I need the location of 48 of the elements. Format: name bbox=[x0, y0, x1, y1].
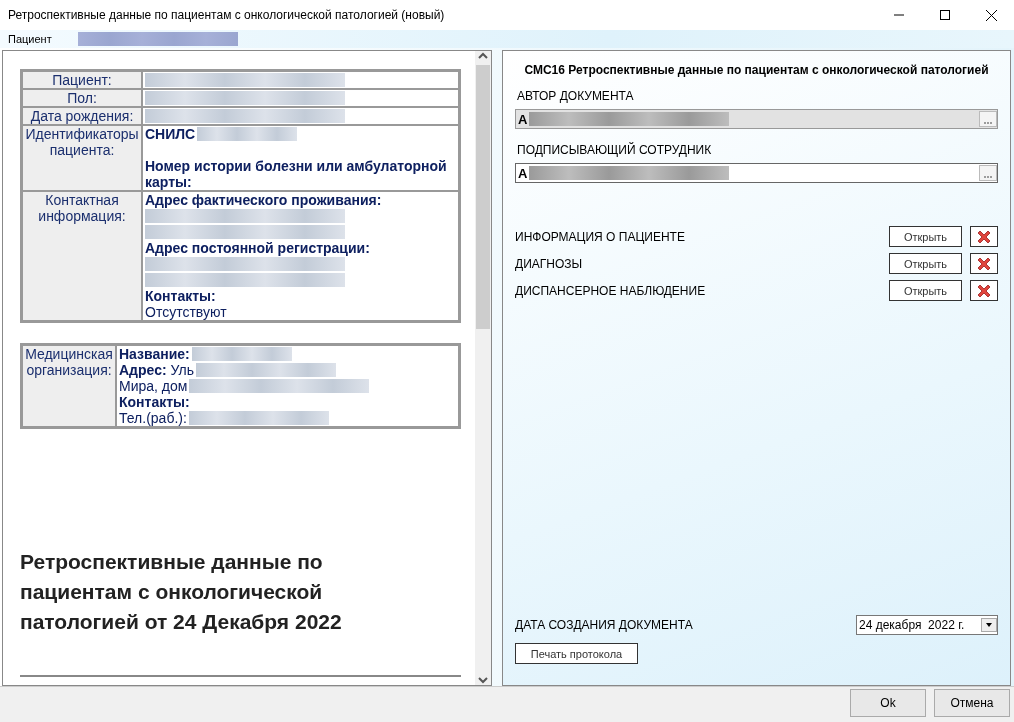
row-value: Адрес постоянной регистрации: bbox=[145, 240, 370, 256]
select-field[interactable]: А bbox=[515, 163, 998, 183]
field-label: АВТОР ДОКУМЕНТА bbox=[517, 89, 635, 103]
dialog-button[interactable]: Ok bbox=[850, 689, 926, 717]
delete-button[interactable] bbox=[970, 226, 998, 247]
row-label: Пациент: bbox=[52, 72, 112, 88]
row-label: Медицинская организация: bbox=[25, 346, 113, 378]
scroll-up-icon bbox=[477, 51, 489, 61]
row-value: Название: bbox=[119, 346, 190, 362]
dropdown-icon bbox=[981, 618, 997, 632]
open-button[interactable]: Открыть bbox=[889, 253, 962, 274]
row-value: Адрес фактического проживания: bbox=[145, 193, 382, 208]
print-button[interactable]: Печать протокола bbox=[515, 643, 638, 664]
delete-icon bbox=[976, 255, 992, 272]
delete-button[interactable] bbox=[970, 253, 998, 274]
section-label: ДИСПАНСЕРНОЕ НАБЛЮДЕНИЕ bbox=[515, 283, 707, 298]
scroll-down-icon bbox=[477, 675, 489, 685]
row-value: Контакты: bbox=[119, 394, 190, 410]
section-label: ИНФОРМАЦИЯ О ПАЦИЕНТЕ bbox=[515, 229, 686, 244]
row-label: Идентификаторы пациента: bbox=[25, 126, 139, 158]
row-value: Тел.(раб.): bbox=[119, 410, 187, 426]
delete-icon bbox=[976, 228, 992, 245]
row-value: Мира, дом bbox=[119, 378, 188, 394]
row-label: Контактная информация: bbox=[38, 192, 126, 224]
patient-label: Пациент bbox=[8, 33, 52, 45]
date-picker[interactable]: 24 декабря 2022 г. bbox=[856, 615, 998, 635]
open-button[interactable]: Открыть bbox=[889, 280, 962, 301]
more-icon bbox=[984, 121, 992, 124]
dialog-button[interactable]: Отмена bbox=[934, 689, 1010, 717]
form-title: СМС16 Ретроспективные данные по пациентам с онкологической патологией bbox=[523, 63, 990, 77]
field-label: ПОДПИСЫВАЮЩИЙ СОТРУДНИК bbox=[517, 143, 713, 157]
delete-icon bbox=[976, 282, 992, 299]
browse-button[interactable] bbox=[979, 165, 997, 181]
row-value: Контакты: bbox=[145, 288, 216, 304]
row-value: СНИЛС bbox=[145, 127, 196, 142]
report-heading: Ретроспективные данные по пациентам с онкологической патологией от 24 Декабря 2022 bbox=[20, 549, 343, 635]
row-value: Отсутствуют bbox=[145, 304, 227, 320]
row-value: Адрес: Уль bbox=[119, 362, 194, 378]
section-label: ДИАГНОЗЫ bbox=[515, 256, 584, 271]
date-label: ДАТА СОЗДАНИЯ ДОКУМЕНТА bbox=[515, 618, 694, 632]
row-label: Пол: bbox=[67, 90, 97, 106]
open-button[interactable]: Открыть bbox=[889, 226, 962, 247]
delete-button[interactable] bbox=[970, 280, 998, 301]
row-value: Номер истории болезни или амбулаторной карты: bbox=[145, 158, 448, 189]
scrollbar[interactable] bbox=[475, 51, 491, 685]
more-icon bbox=[984, 175, 992, 178]
window-title: Ретроспективные данные по пациентам с онкологической патологией (новый) bbox=[8, 8, 446, 22]
row-label: Дата рождения: bbox=[30, 108, 134, 124]
